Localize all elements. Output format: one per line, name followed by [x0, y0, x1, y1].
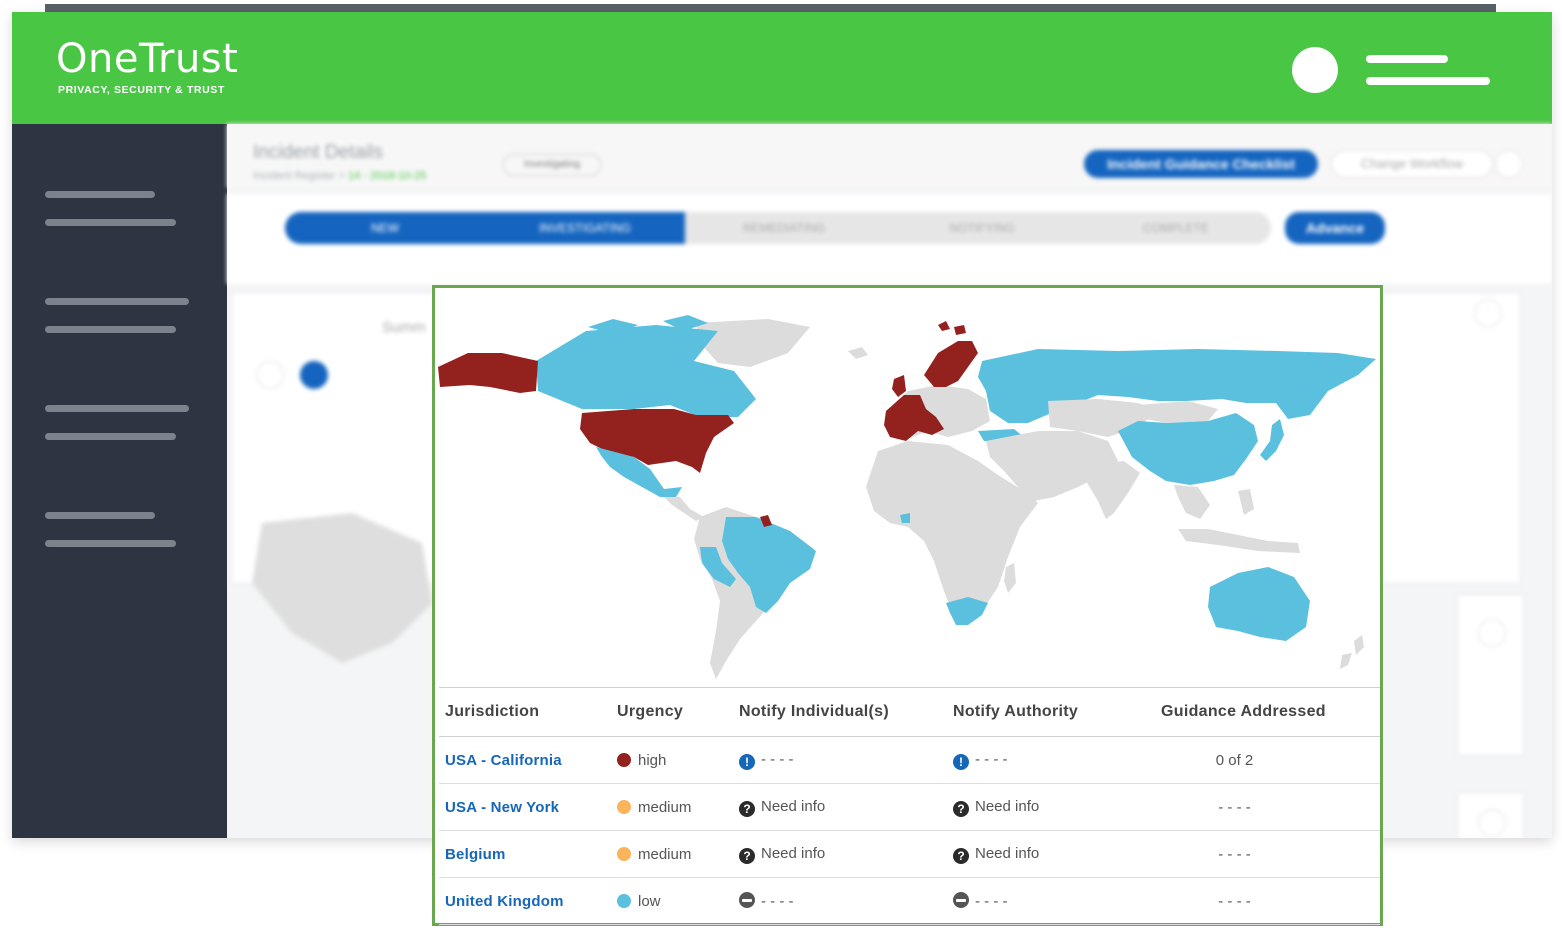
- notify-individuals-value: Need info: [761, 844, 826, 862]
- stage-remediating[interactable]: REMEDIATING: [685, 212, 883, 244]
- brand-tagline: PRIVACY, SECURITY & TRUST: [58, 84, 225, 96]
- column-header-guidance-addressed[interactable]: Guidance Addressed: [1161, 687, 1380, 737]
- incident-guidance-checklist-button[interactable]: Incident Guidance Checklist: [1084, 150, 1318, 178]
- alert-icon: !: [953, 753, 969, 770]
- urgency-label: high: [638, 751, 667, 769]
- map-region-united-kingdom[interactable]: [892, 375, 906, 397]
- urgency-indicator: [617, 893, 631, 908]
- change-workflow-button[interactable]: Change Workflow: [1331, 150, 1493, 178]
- user-avatar[interactable]: [1292, 47, 1338, 93]
- urgency-indicator: [617, 799, 631, 814]
- notify-individuals-value: - - - -: [761, 750, 794, 768]
- map-region-scandinavia[interactable]: [924, 341, 978, 387]
- breadcrumb-root[interactable]: Incident Register: [253, 170, 336, 182]
- top-header: OneTrust PRIVACY, SECURITY & TRUST: [12, 12, 1552, 124]
- urgency-label: medium: [638, 845, 692, 863]
- notify-authority-value: - - - -: [975, 893, 1008, 910]
- side-card-options-icon[interactable]: [1478, 619, 1506, 647]
- breadcrumb-separator: >: [338, 170, 346, 182]
- urgency-indicator: [617, 752, 631, 767]
- summary-tab[interactable]: Summ: [382, 319, 425, 336]
- guidance-addressed-value: - - - -: [1161, 783, 1380, 831]
- map-region-usa[interactable]: [580, 409, 734, 473]
- notify-authority-value: Need info: [975, 844, 1040, 862]
- urgency-label: medium: [638, 798, 692, 816]
- column-header-notify-authority[interactable]: Notify Authority: [953, 687, 1161, 737]
- list-view-icon[interactable]: [256, 361, 284, 389]
- world-map: [438, 315, 1376, 679]
- alert-icon: !: [739, 753, 755, 770]
- stage-complete[interactable]: COMPLETE: [1081, 212, 1271, 244]
- column-header-jurisdiction[interactable]: Jurisdiction: [439, 687, 617, 737]
- minus-icon: [739, 892, 755, 908]
- status-badge: Investigating: [503, 154, 601, 176]
- side-card-1: [1457, 594, 1524, 756]
- urgency-label: low: [638, 892, 661, 910]
- table-row: USA - California high ! - - - - ! - - - - …: [439, 736, 1380, 784]
- stage-investigating[interactable]: INVESTIGATING: [485, 212, 685, 244]
- question-icon: ?: [953, 800, 969, 817]
- column-header-urgency[interactable]: Urgency: [617, 687, 739, 737]
- brand-logo[interactable]: OneTrust: [56, 36, 238, 82]
- question-icon: ?: [739, 800, 755, 817]
- column-header-notify-individuals[interactable]: Notify Individual(s): [739, 687, 953, 737]
- map-region-greenland[interactable]: [696, 319, 810, 367]
- jurisdiction-link[interactable]: United Kingdom: [445, 893, 564, 910]
- notify-individuals-value: Need info: [761, 797, 826, 815]
- minus-icon: [953, 892, 969, 908]
- notify-individuals-value: - - - -: [761, 893, 794, 910]
- jurisdiction-table: Jurisdiction Urgency Notify Individual(s…: [439, 687, 1380, 925]
- card-options-icon[interactable]: [1474, 299, 1502, 327]
- guidance-addressed-value: 0 of 2: [1161, 736, 1380, 784]
- stage-notifying[interactable]: NOTIFYING: [883, 212, 1081, 244]
- guidance-addressed-value: - - - -: [1161, 830, 1380, 878]
- notify-authority-value: - - - -: [975, 750, 1008, 768]
- stage-new[interactable]: NEW: [285, 212, 485, 244]
- page-title: Incident Details: [253, 142, 383, 163]
- advance-button[interactable]: Advance: [1285, 212, 1385, 244]
- jurisdiction-link[interactable]: USA - California: [445, 752, 562, 769]
- question-icon: ?: [739, 847, 755, 864]
- breadcrumb: Incident Register > 14 - 2018-10-25: [253, 170, 426, 182]
- map-region-australia[interactable]: [1208, 567, 1310, 641]
- more-options-icon[interactable]: [1495, 150, 1523, 178]
- guidance-addressed-value: - - - -: [1161, 877, 1380, 925]
- sidebar: [12, 124, 227, 838]
- map-region-japan[interactable]: [1260, 419, 1284, 461]
- breadcrumb-current: 14 - 2018-10-25: [348, 170, 427, 182]
- question-icon: ?: [953, 847, 969, 864]
- table-header-row: Jurisdiction Urgency Notify Individual(s…: [439, 687, 1380, 737]
- notify-authority-value: Need info: [975, 797, 1040, 815]
- side-card-2-options-icon[interactable]: [1478, 809, 1506, 837]
- table-row: USA - New York medium ? Need info ? Need i…: [439, 783, 1380, 831]
- map-view-icon[interactable]: [300, 361, 328, 389]
- table-row: United Kingdom low - - - - - - - - - - -…: [439, 877, 1380, 925]
- jurisdiction-link[interactable]: Belgium: [445, 846, 506, 863]
- urgency-indicator: [617, 846, 631, 861]
- side-card-2: [1457, 792, 1524, 838]
- jurisdiction-link[interactable]: USA - New York: [445, 799, 559, 816]
- jurisdiction-panel: Jurisdiction Urgency Notify Individual(s…: [432, 285, 1383, 926]
- background-map-icon: [252, 513, 432, 663]
- map-region-alaska[interactable]: [438, 353, 538, 393]
- table-row: Belgium medium ? Need info ? Need info - -…: [439, 830, 1380, 878]
